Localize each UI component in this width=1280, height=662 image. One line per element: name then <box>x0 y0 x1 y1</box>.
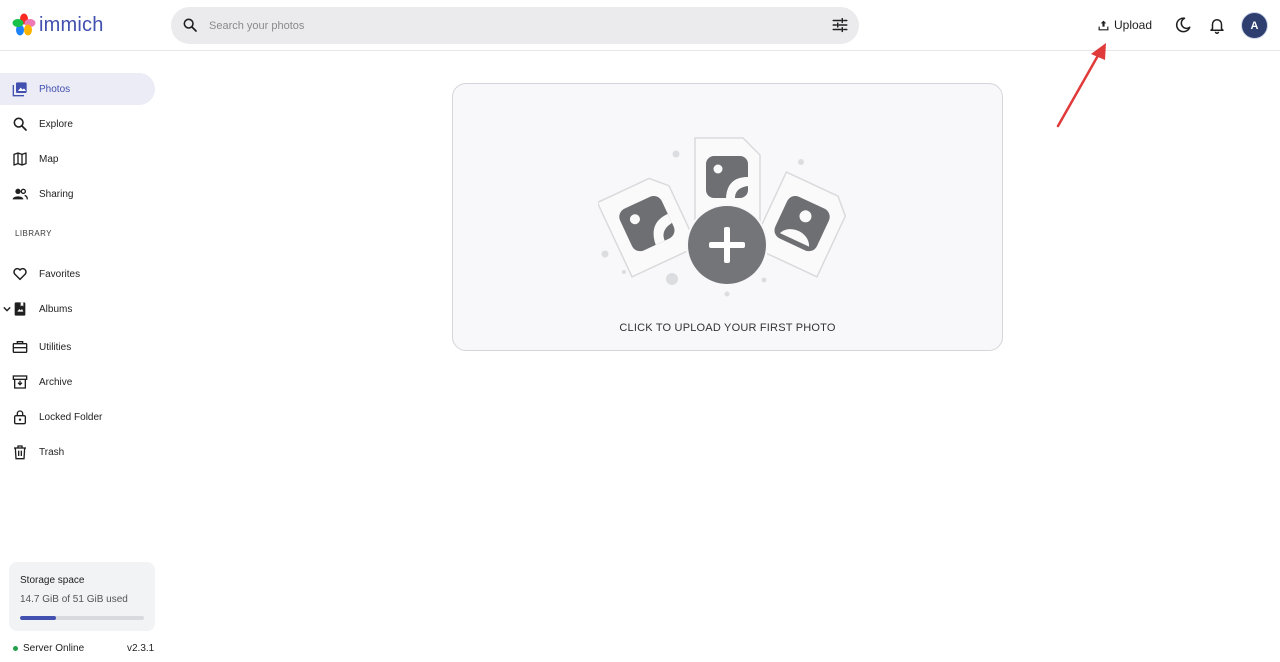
theme-toggle-moon-icon[interactable] <box>1174 16 1192 34</box>
storage-panel: Storage space 14.7 GiB of 51 GiB used <box>9 562 155 631</box>
sidebar-item-utilities[interactable]: Utilities <box>0 331 155 363</box>
map-icon <box>13 152 27 166</box>
upload-photos-illustration-icon <box>598 137 847 297</box>
sidebar-item-label: Photos <box>39 83 71 95</box>
people-icon <box>12 188 28 200</box>
search-icon <box>13 117 27 131</box>
heart-icon <box>13 267 27 281</box>
sidebar-item-photos[interactable]: Photos <box>0 73 155 105</box>
sidebar-item-label: Trash <box>39 446 65 458</box>
sidebar-item-archive[interactable]: Archive <box>0 366 155 398</box>
sidebar-item-label: Utilities <box>39 341 72 353</box>
sidebar-item-explore[interactable]: Explore <box>0 108 155 140</box>
storage-used-text: 14.7 GiB of 51 GiB used <box>20 594 128 605</box>
toolbox-icon <box>12 341 28 353</box>
archive-icon <box>12 375 28 389</box>
chevron-down-icon[interactable] <box>3 305 11 313</box>
notifications-bell-icon[interactable] <box>1208 16 1226 34</box>
server-online-dot <box>13 646 18 651</box>
upload-caption: CLICK TO UPLOAD YOUR FIRST PHOTO <box>619 322 836 334</box>
upload-icon <box>1098 20 1109 30</box>
sidebar-item-label: Map <box>39 153 59 165</box>
server-status: Server Online <box>13 643 84 654</box>
immich-logo-icon <box>12 13 36 36</box>
library-section-label: LIBRARY <box>15 229 52 238</box>
trash-icon <box>14 445 26 460</box>
sidebar-item-label: Explore <box>39 118 73 130</box>
app-name: immich <box>39 13 104 36</box>
sidebar-item-trash[interactable]: Trash <box>0 436 155 468</box>
sidebar-item-albums[interactable]: Albums <box>0 293 155 325</box>
lock-icon <box>14 410 26 425</box>
sidebar-item-map[interactable]: Map <box>0 143 155 175</box>
sidebar-item-favorites[interactable]: Favorites <box>0 258 155 290</box>
upload-first-photo-card[interactable]: CLICK TO UPLOAD YOUR FIRST PHOTO <box>452 83 1003 351</box>
user-avatar[interactable]: A <box>1241 12 1268 39</box>
sidebar-item-label: Albums <box>39 303 73 315</box>
search-bar[interactable] <box>171 7 859 44</box>
search-icon <box>183 18 197 32</box>
search-input[interactable] <box>209 7 809 44</box>
upload-button[interactable]: Upload <box>1097 14 1152 36</box>
storage-progress-bar <box>20 616 144 620</box>
album-icon <box>14 302 26 316</box>
version-label[interactable]: v2.3.1 <box>127 643 154 654</box>
sidebar-item-label: Locked Folder <box>39 411 103 423</box>
immich-logo[interactable]: immich <box>12 13 104 37</box>
top-bar: immich Upload A <box>0 0 1280 51</box>
sidebar-item-label: Sharing <box>39 188 74 200</box>
upload-label: Upload <box>1114 18 1153 32</box>
annotation-arrow-icon <box>1056 43 1106 128</box>
storage-progress-fill <box>20 616 56 620</box>
sidebar-item-sharing[interactable]: Sharing <box>0 178 155 210</box>
search-filter-icon[interactable] <box>831 16 849 34</box>
sidebar-item-label: Favorites <box>39 268 81 280</box>
server-status-text: Server Online <box>23 643 85 654</box>
storage-title: Storage space <box>20 575 85 586</box>
photos-icon <box>12 82 27 97</box>
sidebar-item-label: Archive <box>39 376 73 388</box>
sidebar-item-locked-folder[interactable]: Locked Folder <box>0 401 155 433</box>
